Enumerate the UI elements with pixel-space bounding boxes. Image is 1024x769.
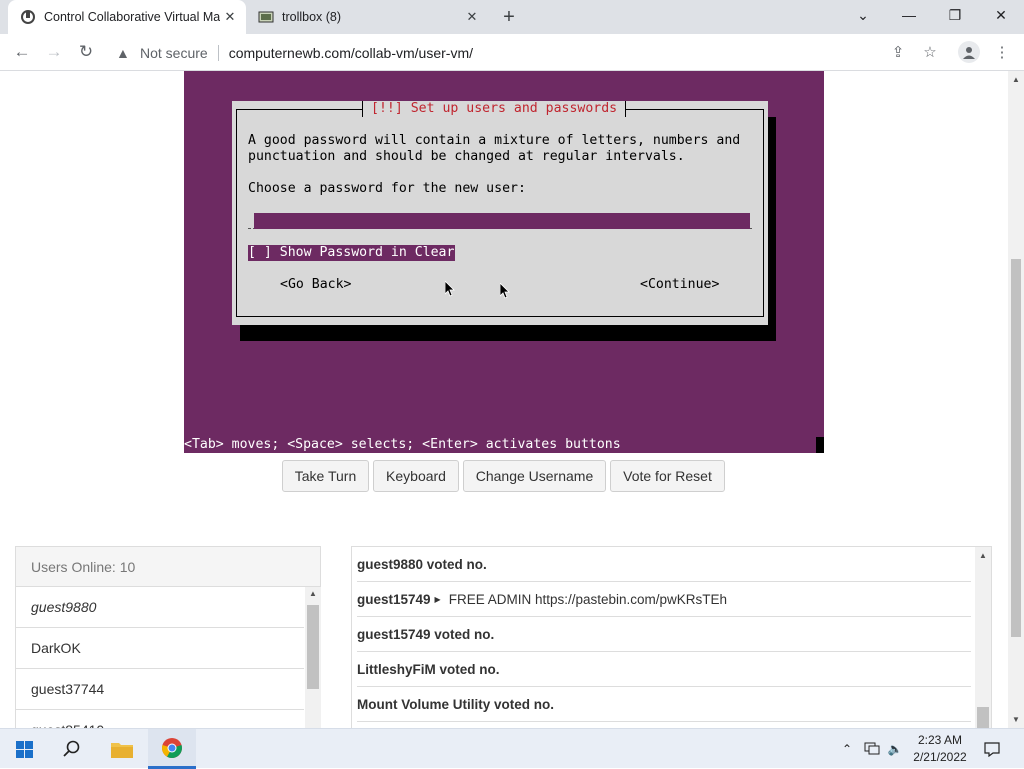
mouse-cursor-icon (499, 282, 510, 303)
network-icon[interactable] (860, 729, 884, 769)
menu-dots-icon[interactable]: ⋮ (992, 42, 1012, 62)
clock-date: 2/21/2022 (913, 750, 967, 764)
close-window-button[interactable]: ✕ (978, 0, 1024, 30)
chat-system-text: Mount Volume Utility voted no. (357, 696, 554, 712)
dialog-title: [!!] Set up users and passwords (362, 101, 627, 117)
chat-panel: guest9880 voted no. guest15749 ▶ FREE AD… (351, 546, 992, 728)
new-tab-button[interactable]: + (498, 6, 520, 28)
chat-scrollbar[interactable]: ▲ (975, 547, 991, 728)
warning-icon[interactable]: ▲ (116, 45, 134, 61)
change-username-button[interactable]: Change Username (463, 460, 606, 492)
users-online-header: Users Online: 10 (16, 547, 320, 587)
security-label[interactable]: Not secure (140, 45, 208, 61)
show-password-checkbox[interactable]: [ ] Show Password in Clear (248, 245, 456, 261)
chrome-icon[interactable] (148, 729, 196, 769)
scrollbar-thumb[interactable] (1011, 259, 1021, 637)
scroll-up-icon[interactable]: ▲ (309, 589, 317, 598)
share-icon[interactable]: ⇪ (888, 42, 908, 62)
keyboard-button[interactable]: Keyboard (373, 460, 459, 492)
chat-message: guest15749 ▶ FREE ADMIN https://pastebin… (357, 582, 971, 617)
vm-status-line: <Tab> moves; <Space> selects; <Enter> ac… (184, 437, 621, 452)
scroll-down-icon[interactable]: ▼ (1012, 715, 1020, 724)
scrollbar-thumb[interactable] (977, 707, 989, 728)
tab-collabvm[interactable]: Control Collaborative Virtual Mac ✕ (8, 0, 246, 34)
user-list-item[interactable]: guest9880 (16, 587, 304, 628)
forward-icon[interactable]: → (40, 38, 68, 66)
close-icon[interactable]: ✕ (220, 7, 240, 27)
chevron-up-icon[interactable]: ⌃ (836, 729, 858, 769)
take-turn-button[interactable]: Take Turn (282, 460, 369, 492)
chat-message: guest9880 voted no. (357, 547, 971, 582)
mouse-cursor-icon (444, 280, 455, 301)
address-bar[interactable]: ▲ Not secure computernewb.com/collab-vm/… (108, 38, 948, 67)
chat-system-text: guest15749 voted no. (357, 626, 495, 642)
scrollbar-thumb[interactable] (307, 605, 319, 689)
url-text[interactable]: computernewb.com/collab-vm/user-vm/ (229, 45, 473, 61)
restore-button[interactable]: ❐ (932, 0, 978, 30)
minimize-button[interactable]: — (886, 0, 932, 30)
page-content: [!!] Set up users and passwords A good p… (0, 71, 1008, 728)
user-list-item[interactable]: DarkOK (16, 628, 304, 669)
chat-text: FREE ADMIN https://pastebin.com/pwKRsTEh (448, 591, 728, 607)
page-scrollbar[interactable]: ▲ ▼ (1008, 71, 1024, 728)
windows-start-icon[interactable] (0, 729, 48, 769)
user-list-item[interactable]: guest37744 (16, 669, 304, 710)
continue-button[interactable]: <Continue> (640, 277, 719, 293)
file-explorer-icon[interactable] (98, 729, 146, 769)
tab-title: trollbox (8) (282, 10, 342, 24)
taskbar-clock[interactable]: 2:23 AM 2/21/2022 (900, 732, 980, 766)
users-scrollbar[interactable]: ▲ (305, 587, 321, 728)
browser-toolbar: ← → ↻ ▲ Not secure computernewb.com/coll… (0, 34, 1024, 71)
close-icon[interactable]: ✕ (462, 7, 482, 27)
reload-icon[interactable]: ↻ (72, 38, 100, 66)
divider (217, 44, 219, 61)
password-field[interactable] (254, 213, 750, 229)
chat-username[interactable]: guest15749 (357, 592, 431, 607)
scroll-up-icon[interactable]: ▲ (1012, 75, 1020, 84)
profile-avatar-icon[interactable] (958, 41, 980, 63)
chat-message: Mount Volume Utility voted no. (357, 687, 971, 722)
dialog-text-line1: A good password will contain a mixture o… (248, 133, 741, 148)
tab-title: Control Collaborative Virtual Mac (44, 10, 220, 24)
chat-message: guest15749 voted no. (357, 617, 971, 652)
trollbox-icon (258, 9, 274, 25)
tab-trollbox[interactable]: trollbox (8) ✕ (246, 0, 488, 34)
clock-time: 2:23 AM (917, 733, 963, 747)
collabvm-icon (20, 9, 36, 25)
notification-icon[interactable] (980, 729, 1004, 769)
tab-search-icon[interactable]: ⌄ (840, 0, 886, 30)
back-icon[interactable]: ← (8, 38, 36, 66)
user-list-item[interactable]: guest85410 (16, 710, 304, 728)
dialog-text-line2: punctuation and should be changed at reg… (248, 149, 685, 164)
search-icon[interactable] (48, 729, 96, 769)
chat-system-text: guest9880 voted no. (357, 556, 487, 572)
vm-cursor-block (816, 437, 824, 453)
vm-screen[interactable]: [!!] Set up users and passwords A good p… (184, 71, 824, 453)
bookmark-star-icon[interactable]: ☆ (920, 42, 940, 62)
scroll-up-icon[interactable]: ▲ (979, 551, 987, 560)
vote-reset-button[interactable]: Vote for Reset (610, 460, 725, 492)
password-prompt: Choose a password for the new user: (248, 181, 526, 196)
tab-strip: Control Collaborative Virtual Mac ✕ trol… (0, 0, 1024, 34)
go-back-button[interactable]: <Go Back> (280, 277, 351, 293)
chat-message: LittleshyFiM voted no. (357, 652, 971, 687)
caret-right-icon: ▶ (434, 594, 441, 604)
windows-taskbar: ⌃ 🔈 2:23 AM 2/21/2022 (0, 728, 1024, 769)
chat-system-text: LittleshyFiM voted no. (357, 661, 500, 677)
users-panel: Users Online: 10 guest9880 DarkOK guest3… (15, 546, 321, 728)
